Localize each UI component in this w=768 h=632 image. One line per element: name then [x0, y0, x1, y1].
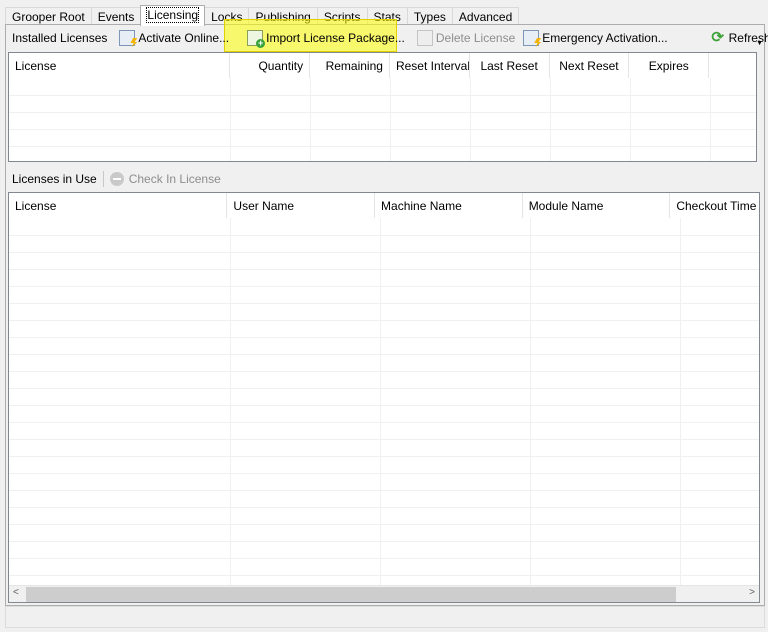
row-line: [9, 337, 759, 338]
licenses-in-use-grid[interactable]: License User Name Machine Name Module Na…: [8, 192, 760, 603]
licenses-in-use-toolbar: Licenses in Use Check In License: [8, 167, 225, 191]
column-remaining[interactable]: Remaining: [310, 53, 390, 78]
scroll-left-icon[interactable]: <: [13, 587, 19, 598]
check-in-license-label: Check In License: [128, 172, 221, 186]
row-line: [9, 558, 759, 559]
refresh-icon: ⟳: [711, 29, 724, 46]
column-line: [310, 78, 311, 161]
row-line: [9, 524, 759, 525]
import-package-icon: [247, 30, 266, 48]
delete-license-button[interactable]: Delete License: [413, 27, 519, 49]
licensing-panel: Installed Licenses Activate Online... Im…: [5, 19, 768, 606]
column-quantity[interactable]: Quantity: [230, 53, 311, 78]
tab-licensing[interactable]: Licensing: [140, 5, 206, 26]
column-line: [470, 78, 471, 161]
row-line: [9, 422, 759, 423]
column-line: [230, 218, 231, 585]
tab-licensing-label: Licensing: [146, 7, 200, 23]
column-user-name[interactable]: User Name: [227, 193, 376, 218]
tab-strip: Grooper Root Events Licensing Locks Publ…: [5, 5, 520, 26]
row-line: [9, 235, 759, 236]
row-line: [9, 405, 759, 406]
inuse-grid-header: License User Name Machine Name Module Na…: [9, 193, 759, 218]
row-line: [9, 456, 759, 457]
row-line: [9, 439, 759, 440]
row-line: [9, 129, 756, 130]
column-license[interactable]: License: [9, 193, 228, 218]
check-in-icon: [109, 172, 124, 186]
column-license[interactable]: License: [9, 53, 231, 78]
row-line: [9, 473, 759, 474]
row-line: [9, 490, 759, 491]
row-line: [9, 320, 759, 321]
row-line: [9, 303, 759, 304]
column-line: [390, 78, 391, 161]
check-in-license-button[interactable]: Check In License: [106, 168, 225, 190]
row-line: [9, 354, 759, 355]
inuse-grid-rows: [9, 218, 759, 585]
column-line: [710, 78, 711, 161]
delete-license-label: Delete License: [435, 31, 516, 45]
column-next-reset[interactable]: Next Reset: [550, 53, 630, 78]
scroll-right-icon[interactable]: >: [749, 587, 755, 598]
activate-icon: [119, 30, 136, 46]
row-line: [9, 371, 759, 372]
scrollbar-thumb[interactable]: [26, 587, 676, 602]
column-line: [550, 78, 551, 161]
column-expires[interactable]: Expires: [629, 53, 710, 78]
installed-grid-rows: [9, 78, 756, 161]
installed-licenses-label: Installed Licenses: [12, 31, 108, 45]
activate-online-label: Activate Online...: [138, 31, 230, 45]
emergency-activation-button[interactable]: Emergency Activation...: [519, 27, 671, 49]
row-line: [9, 507, 759, 508]
column-reset-interval[interactable]: Reset Interval: [390, 53, 470, 78]
row-line: [9, 541, 759, 542]
row-line: [9, 95, 756, 96]
separator: [102, 171, 104, 187]
column-line: [530, 218, 531, 585]
status-bar: [5, 606, 765, 628]
installed-grid-header: License Quantity Remaining Reset Interva…: [9, 53, 756, 78]
emergency-activation-icon: [523, 30, 540, 46]
column-filler: [709, 53, 756, 78]
column-module-name[interactable]: Module Name: [523, 193, 671, 218]
row-line: [9, 575, 759, 576]
row-line: [9, 286, 759, 287]
activate-online-button[interactable]: Activate Online...: [115, 27, 233, 49]
emergency-activation-label: Emergency Activation...: [542, 31, 668, 45]
column-line: [380, 218, 381, 585]
row-line: [9, 112, 756, 113]
delete-license-icon: [416, 30, 433, 46]
row-line: [9, 388, 759, 389]
column-machine-name[interactable]: Machine Name: [375, 193, 523, 218]
column-line: [680, 218, 681, 585]
column-line: [230, 78, 231, 161]
column-last-reset[interactable]: Last Reset: [470, 53, 550, 78]
installed-licenses-grid[interactable]: License Quantity Remaining Reset Interva…: [8, 52, 757, 162]
column-line: [630, 78, 631, 161]
import-license-package-button[interactable]: Import License Package...: [243, 27, 409, 49]
row-line: [9, 146, 756, 147]
row-line: [9, 269, 759, 270]
import-license-package-label: Import License Package...: [266, 31, 405, 45]
column-checkout-time[interactable]: Checkout Time: [670, 193, 759, 218]
row-line: [9, 252, 759, 253]
installed-licenses-toolbar: Installed Licenses Activate Online... Im…: [8, 26, 768, 50]
horizontal-scrollbar[interactable]: < >: [9, 585, 759, 602]
licenses-in-use-label: Licenses in Use: [12, 172, 97, 186]
toolbar-overflow-icon[interactable]: ▼: [756, 40, 763, 47]
